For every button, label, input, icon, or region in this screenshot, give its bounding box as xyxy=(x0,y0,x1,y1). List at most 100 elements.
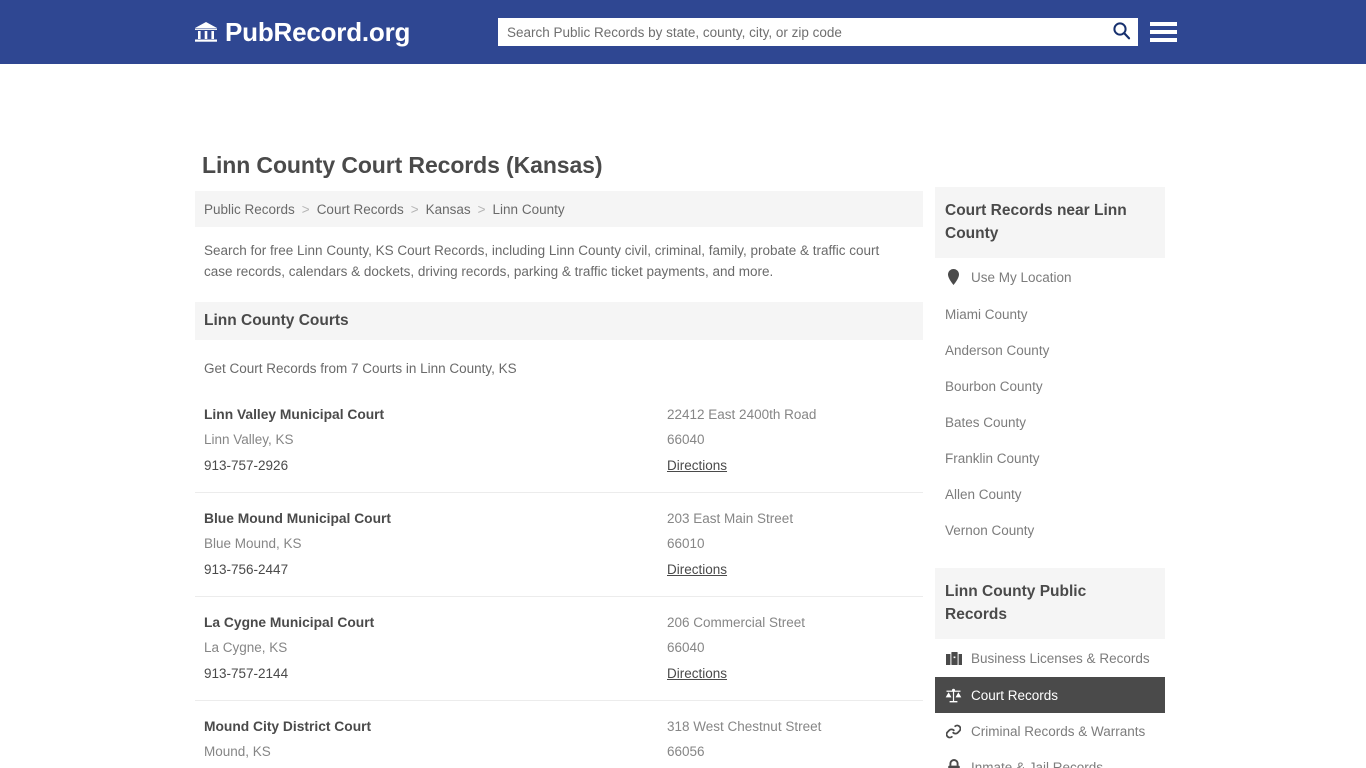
breadcrumb-item-public-records[interactable]: Public Records xyxy=(204,202,295,217)
court-info-left: Linn Valley Municipal Court Linn Valley,… xyxy=(195,402,667,479)
sidebar-item-label: Bates County xyxy=(945,415,1026,430)
hamburger-bar xyxy=(1150,38,1177,42)
sidebar-item-criminal-records[interactable]: Criminal Records & Warrants xyxy=(935,713,1165,749)
list-item: Court Records xyxy=(935,677,1165,713)
court-zip: 66040 xyxy=(667,635,923,661)
sidebar-item-bourbon-county[interactable]: Bourbon County xyxy=(935,368,1165,404)
court-city: Linn Valley, KS xyxy=(204,427,667,453)
sidebar-item-label: Anderson County xyxy=(945,343,1049,358)
court-info-right: 22412 East 2400th Road 66040 Directions xyxy=(667,402,923,479)
site-logo-text: PubRecord.org xyxy=(225,18,410,46)
section-header-linn-county-courts: Linn County Courts xyxy=(195,302,923,340)
sidebar-item-inmate-jail-records[interactable]: Inmate & Jail Records xyxy=(935,749,1165,768)
court-phone: 913-756-2447 xyxy=(204,557,667,583)
sidebar-item-allen-county[interactable]: Allen County xyxy=(935,476,1165,512)
court-address: 22412 East 2400th Road xyxy=(667,402,923,427)
sidebar-item-label: Criminal Records & Warrants xyxy=(971,724,1145,739)
table-row: Blue Mound Municipal Court Blue Mound, K… xyxy=(195,492,923,596)
court-phone: 913-757-2144 xyxy=(204,661,667,687)
court-phone: 913-757-2926 xyxy=(204,453,667,479)
list-item: Use My Location xyxy=(935,258,1165,296)
search-icon xyxy=(1112,21,1131,43)
sidebar-item-label: Franklin County xyxy=(945,451,1040,466)
sidebar-item-label: Court Records xyxy=(971,688,1058,703)
court-address: 206 Commercial Street xyxy=(667,610,923,635)
court-zip: 66010 xyxy=(667,531,923,557)
list-item: Anderson County xyxy=(935,332,1165,368)
sidebar-item-label: Vernon County xyxy=(945,523,1034,538)
court-info-right: 206 Commercial Street 66040 Directions xyxy=(667,610,923,687)
section-subtitle: Get Court Records from 7 Courts in Linn … xyxy=(195,361,923,376)
list-item: Allen County xyxy=(935,476,1165,512)
lock-icon xyxy=(945,759,962,768)
court-zip: 66040 xyxy=(667,427,923,453)
court-name-link[interactable]: Linn Valley Municipal Court xyxy=(204,402,667,427)
court-city: Blue Mound, KS xyxy=(204,531,667,557)
sidebar-panel-title-nearby: Court Records near Linn County xyxy=(935,187,1165,258)
public-records-list: Business Licenses & Records xyxy=(935,639,1165,768)
table-row: La Cygne Municipal Court La Cygne, KS 91… xyxy=(195,596,923,700)
list-item: Criminal Records & Warrants xyxy=(935,713,1165,749)
sidebar-item-franklin-county[interactable]: Franklin County xyxy=(935,440,1165,476)
hamburger-menu-icon[interactable] xyxy=(1150,18,1177,45)
court-city: La Cygne, KS xyxy=(204,635,667,661)
page-title: Linn County Court Records (Kansas) xyxy=(195,148,923,182)
page-intro-text: Search for free Linn County, KS Court Re… xyxy=(195,240,923,282)
court-info-left: Blue Mound Municipal Court Blue Mound, K… xyxy=(195,506,667,583)
court-info-right: 203 East Main Street 66010 Directions xyxy=(667,506,923,583)
list-item: Business Licenses & Records xyxy=(935,639,1165,677)
sidebar-item-use-my-location[interactable]: Use My Location xyxy=(935,258,1165,296)
court-list: Linn Valley Municipal Court Linn Valley,… xyxy=(195,390,923,768)
sidebar-item-business-licenses[interactable]: Business Licenses & Records xyxy=(935,639,1165,677)
breadcrumb-item-linn-county[interactable]: Linn County xyxy=(493,202,565,217)
sidebar-item-label: Use My Location xyxy=(971,270,1072,285)
list-item: Vernon County xyxy=(935,512,1165,548)
breadcrumb-item-kansas[interactable]: Kansas xyxy=(426,202,471,217)
sidebar-item-anderson-county[interactable]: Anderson County xyxy=(935,332,1165,368)
court-name-link[interactable]: La Cygne Municipal Court xyxy=(204,610,667,635)
search-bar xyxy=(498,18,1138,46)
list-item: Bourbon County xyxy=(935,368,1165,404)
breadcrumb: Public Records > Court Records > Kansas … xyxy=(195,191,923,227)
nearby-counties-list: Use My Location Miami County Anderson Co… xyxy=(935,258,1165,548)
court-name-link[interactable]: Mound City District Court xyxy=(204,714,667,739)
breadcrumb-separator: > xyxy=(471,202,493,217)
breadcrumb-separator: > xyxy=(404,202,426,217)
list-item: Franklin County xyxy=(935,440,1165,476)
briefcase-icon xyxy=(945,650,962,667)
court-info-right: 318 West Chestnut Street 66056 Direction… xyxy=(667,714,923,768)
search-button[interactable] xyxy=(1104,18,1138,46)
court-name-link[interactable]: Blue Mound Municipal Court xyxy=(204,506,667,531)
sidebar-item-label: Inmate & Jail Records xyxy=(971,760,1103,768)
sidebar-item-vernon-county[interactable]: Vernon County xyxy=(935,512,1165,548)
site-logo[interactable]: PubRecord.org xyxy=(193,18,410,46)
sidebar-item-label: Miami County xyxy=(945,307,1028,322)
location-pin-icon xyxy=(945,269,962,286)
court-zip: 66056 xyxy=(667,739,923,765)
hamburger-bar xyxy=(1150,22,1177,26)
sidebar-item-bates-county[interactable]: Bates County xyxy=(935,404,1165,440)
sidebar-item-miami-county[interactable]: Miami County xyxy=(935,296,1165,332)
directions-link[interactable]: Directions xyxy=(667,557,727,583)
court-info-left: Mound City District Court Mound, KS 913-… xyxy=(195,714,667,768)
list-item: Bates County xyxy=(935,404,1165,440)
sidebar-item-label: Allen County xyxy=(945,487,1022,502)
directions-link[interactable]: Directions xyxy=(667,453,727,479)
sidebar-item-label: Business Licenses & Records xyxy=(971,651,1150,666)
list-item: Inmate & Jail Records xyxy=(935,749,1165,768)
table-row: Mound City District Court Mound, KS 913-… xyxy=(195,700,923,768)
main-content: Linn County Court Records (Kansas) Publi… xyxy=(195,148,923,768)
court-info-left: La Cygne Municipal Court La Cygne, KS 91… xyxy=(195,610,667,687)
sidebar-panel-title-public-records: Linn County Public Records xyxy=(935,568,1165,639)
sidebar-item-label: Bourbon County xyxy=(945,379,1043,394)
court-city: Mound, KS xyxy=(204,739,667,765)
breadcrumb-separator: > xyxy=(295,202,317,217)
sidebar-item-court-records[interactable]: Court Records xyxy=(935,677,1165,713)
search-input[interactable] xyxy=(498,19,1104,45)
directions-link[interactable]: Directions xyxy=(667,661,727,687)
list-item: Miami County xyxy=(935,296,1165,332)
sidebar: Court Records near Linn County Use My Lo… xyxy=(935,187,1165,768)
court-address: 203 East Main Street xyxy=(667,506,923,531)
site-header: PubRecord.org xyxy=(0,0,1366,64)
breadcrumb-item-court-records[interactable]: Court Records xyxy=(317,202,404,217)
